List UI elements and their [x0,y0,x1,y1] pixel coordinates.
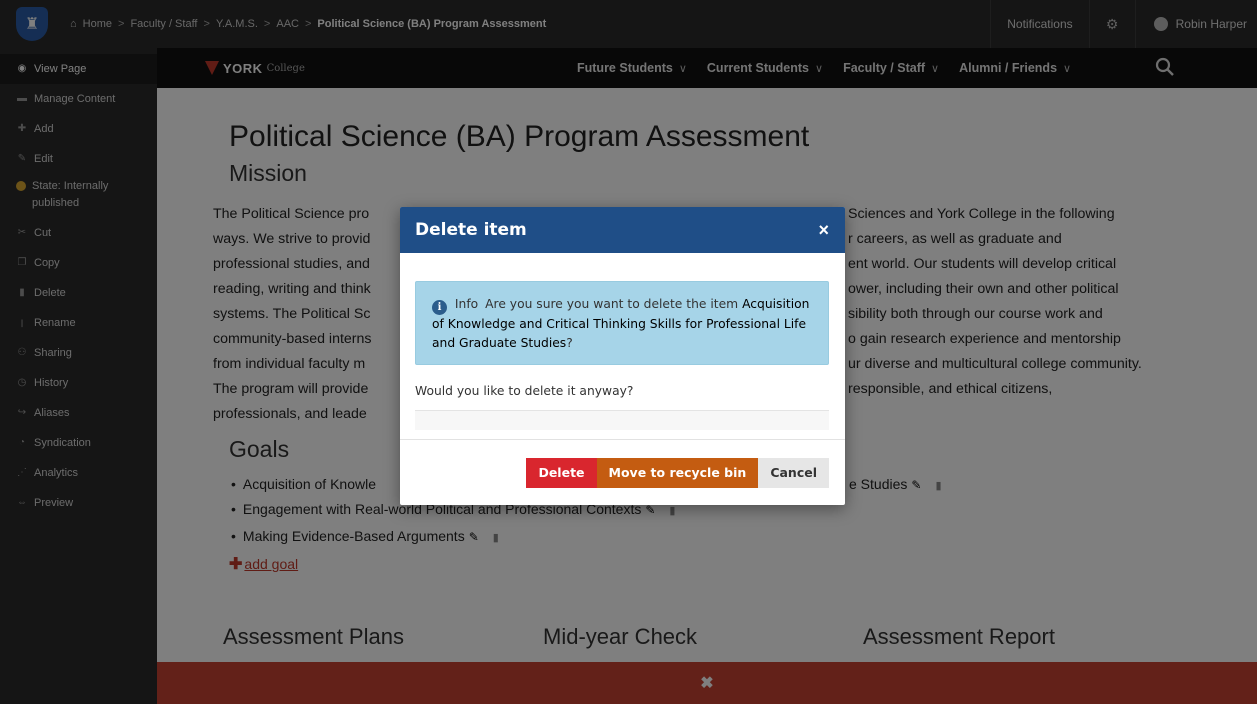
divider [415,410,829,430]
info-text: Are you sure you want to delete the item [485,297,739,311]
dialog-question: Would you like to delete it anyway? [415,384,634,398]
info-alert: i Info Are you sure you want to delete t… [415,281,829,365]
move-to-recycle-bin-button[interactable]: Move to recycle bin [596,457,759,488]
delete-item-dialog: Delete item × i Info Are you sure you wa… [400,207,845,505]
info-label: Info [454,297,479,311]
dialog-header: Delete item × [400,207,845,253]
dialog-footer: Delete Move to recycle bin Cancel [400,439,845,505]
cancel-button[interactable]: Cancel [758,457,829,488]
delete-button[interactable]: Delete [526,457,597,488]
info-text-suffix: ? [566,336,573,350]
info-icon: i [432,300,447,315]
close-icon[interactable]: × [818,221,829,239]
dialog-title: Delete item [415,220,527,240]
